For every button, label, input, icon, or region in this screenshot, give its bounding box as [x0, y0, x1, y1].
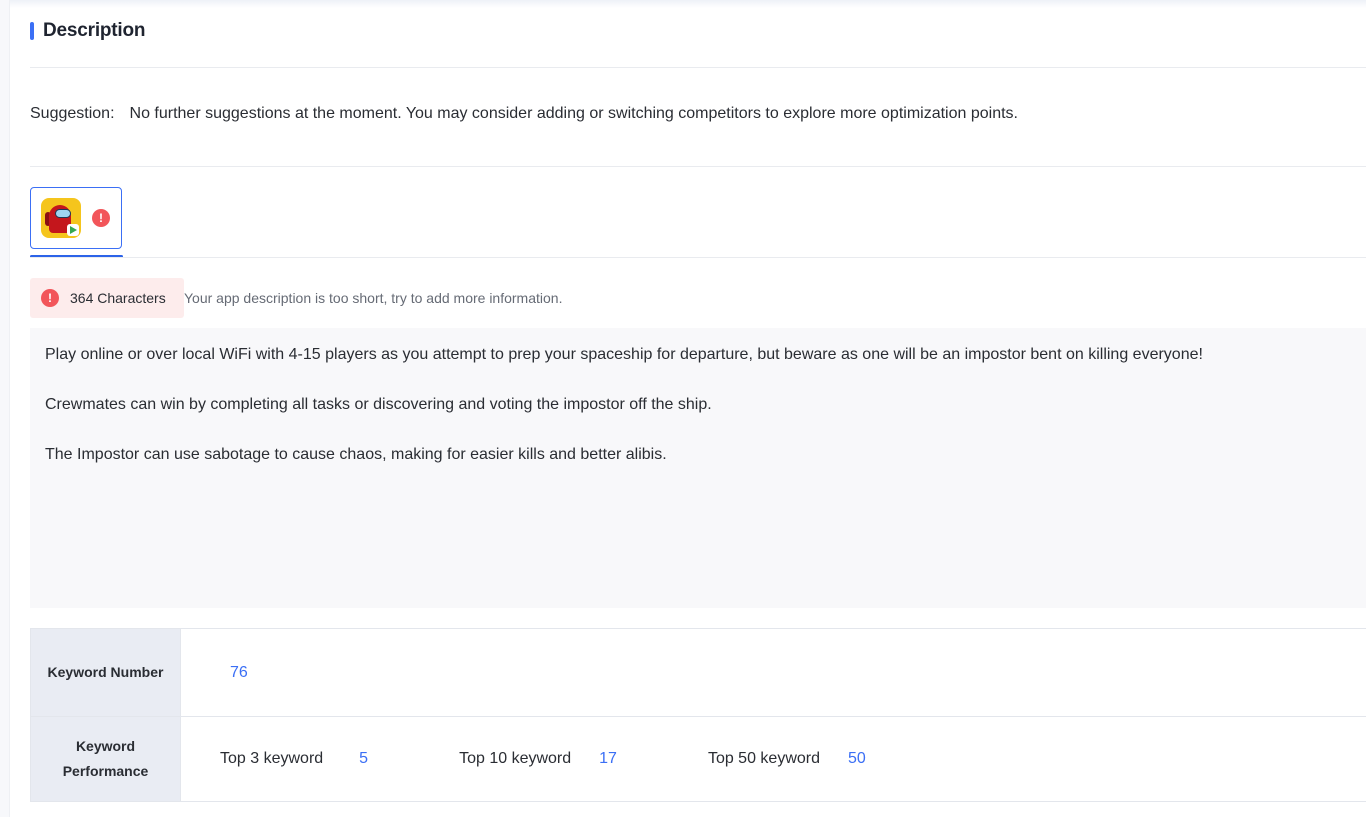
keyword-table: Keyword Number 76 Keyword Performance To… [30, 628, 1366, 802]
keyword-performance-cell: Top 3 keyword 5 Top 10 keyword 17 Top 50… [181, 717, 1366, 801]
keyword-number-row: Keyword Number 76 [30, 629, 1366, 717]
top10-keyword-label: Top 10 keyword [459, 750, 572, 767]
alert-icon: ! [41, 289, 59, 307]
description-paragraph: Crewmates can win by completing all task… [45, 396, 712, 413]
suggestion-row: Suggestion: No further suggestions at th… [30, 105, 1018, 123]
description-length-hint: Your app description is too short, try t… [184, 290, 563, 306]
title-accent-bar [30, 22, 34, 40]
keyword-number-header: Keyword Number [30, 629, 181, 716]
top3-keyword-label: Top 3 keyword [220, 750, 324, 767]
keyword-performance-header: Keyword Performance [30, 717, 181, 801]
alert-icon: ! [92, 209, 110, 227]
top3-keyword-value[interactable]: 5 [359, 750, 368, 768]
description-paragraph: The Impostor can use sabotage to cause c… [45, 446, 667, 463]
divider [30, 67, 1366, 68]
crewmate-visor [55, 209, 71, 218]
keyword-performance-row: Keyword Performance Top 3 keyword 5 Top … [30, 717, 1366, 802]
google-play-icon [67, 224, 79, 236]
description-panel: Description Suggestion: No further sugge… [0, 0, 1366, 817]
section-header: Description [30, 19, 146, 43]
description-text-box: Play online or over local WiFi with 4-15… [30, 328, 1366, 608]
among-us-app-icon [41, 198, 81, 238]
suggestion-label: Suggestion: [30, 105, 115, 122]
app-tab-among-us[interactable]: ! [30, 187, 122, 249]
description-paragraph: Play online or over local WiFi with 4-15… [45, 346, 1203, 363]
character-count-badge: ! 364 Characters [30, 278, 184, 318]
top10-keyword-value[interactable]: 17 [599, 750, 617, 768]
keyword-performance-label: Performance [62, 763, 149, 779]
keyword-performance-label: Keyword [75, 738, 136, 754]
left-edge [0, 0, 10, 817]
suggestion-text: No further suggestions at the moment. Yo… [129, 105, 1018, 122]
top50-keyword-value[interactable]: 50 [848, 750, 866, 768]
top50-keyword-label: Top 50 keyword [707, 750, 820, 767]
divider [30, 166, 1366, 167]
character-count: 364 Characters [70, 290, 166, 306]
keyword-number-cell: 76 [181, 629, 1366, 716]
section-title: Description [43, 20, 146, 41]
top-shadow [0, 0, 1366, 8]
divider [30, 257, 1366, 258]
keyword-number-value[interactable]: 76 [230, 664, 248, 682]
